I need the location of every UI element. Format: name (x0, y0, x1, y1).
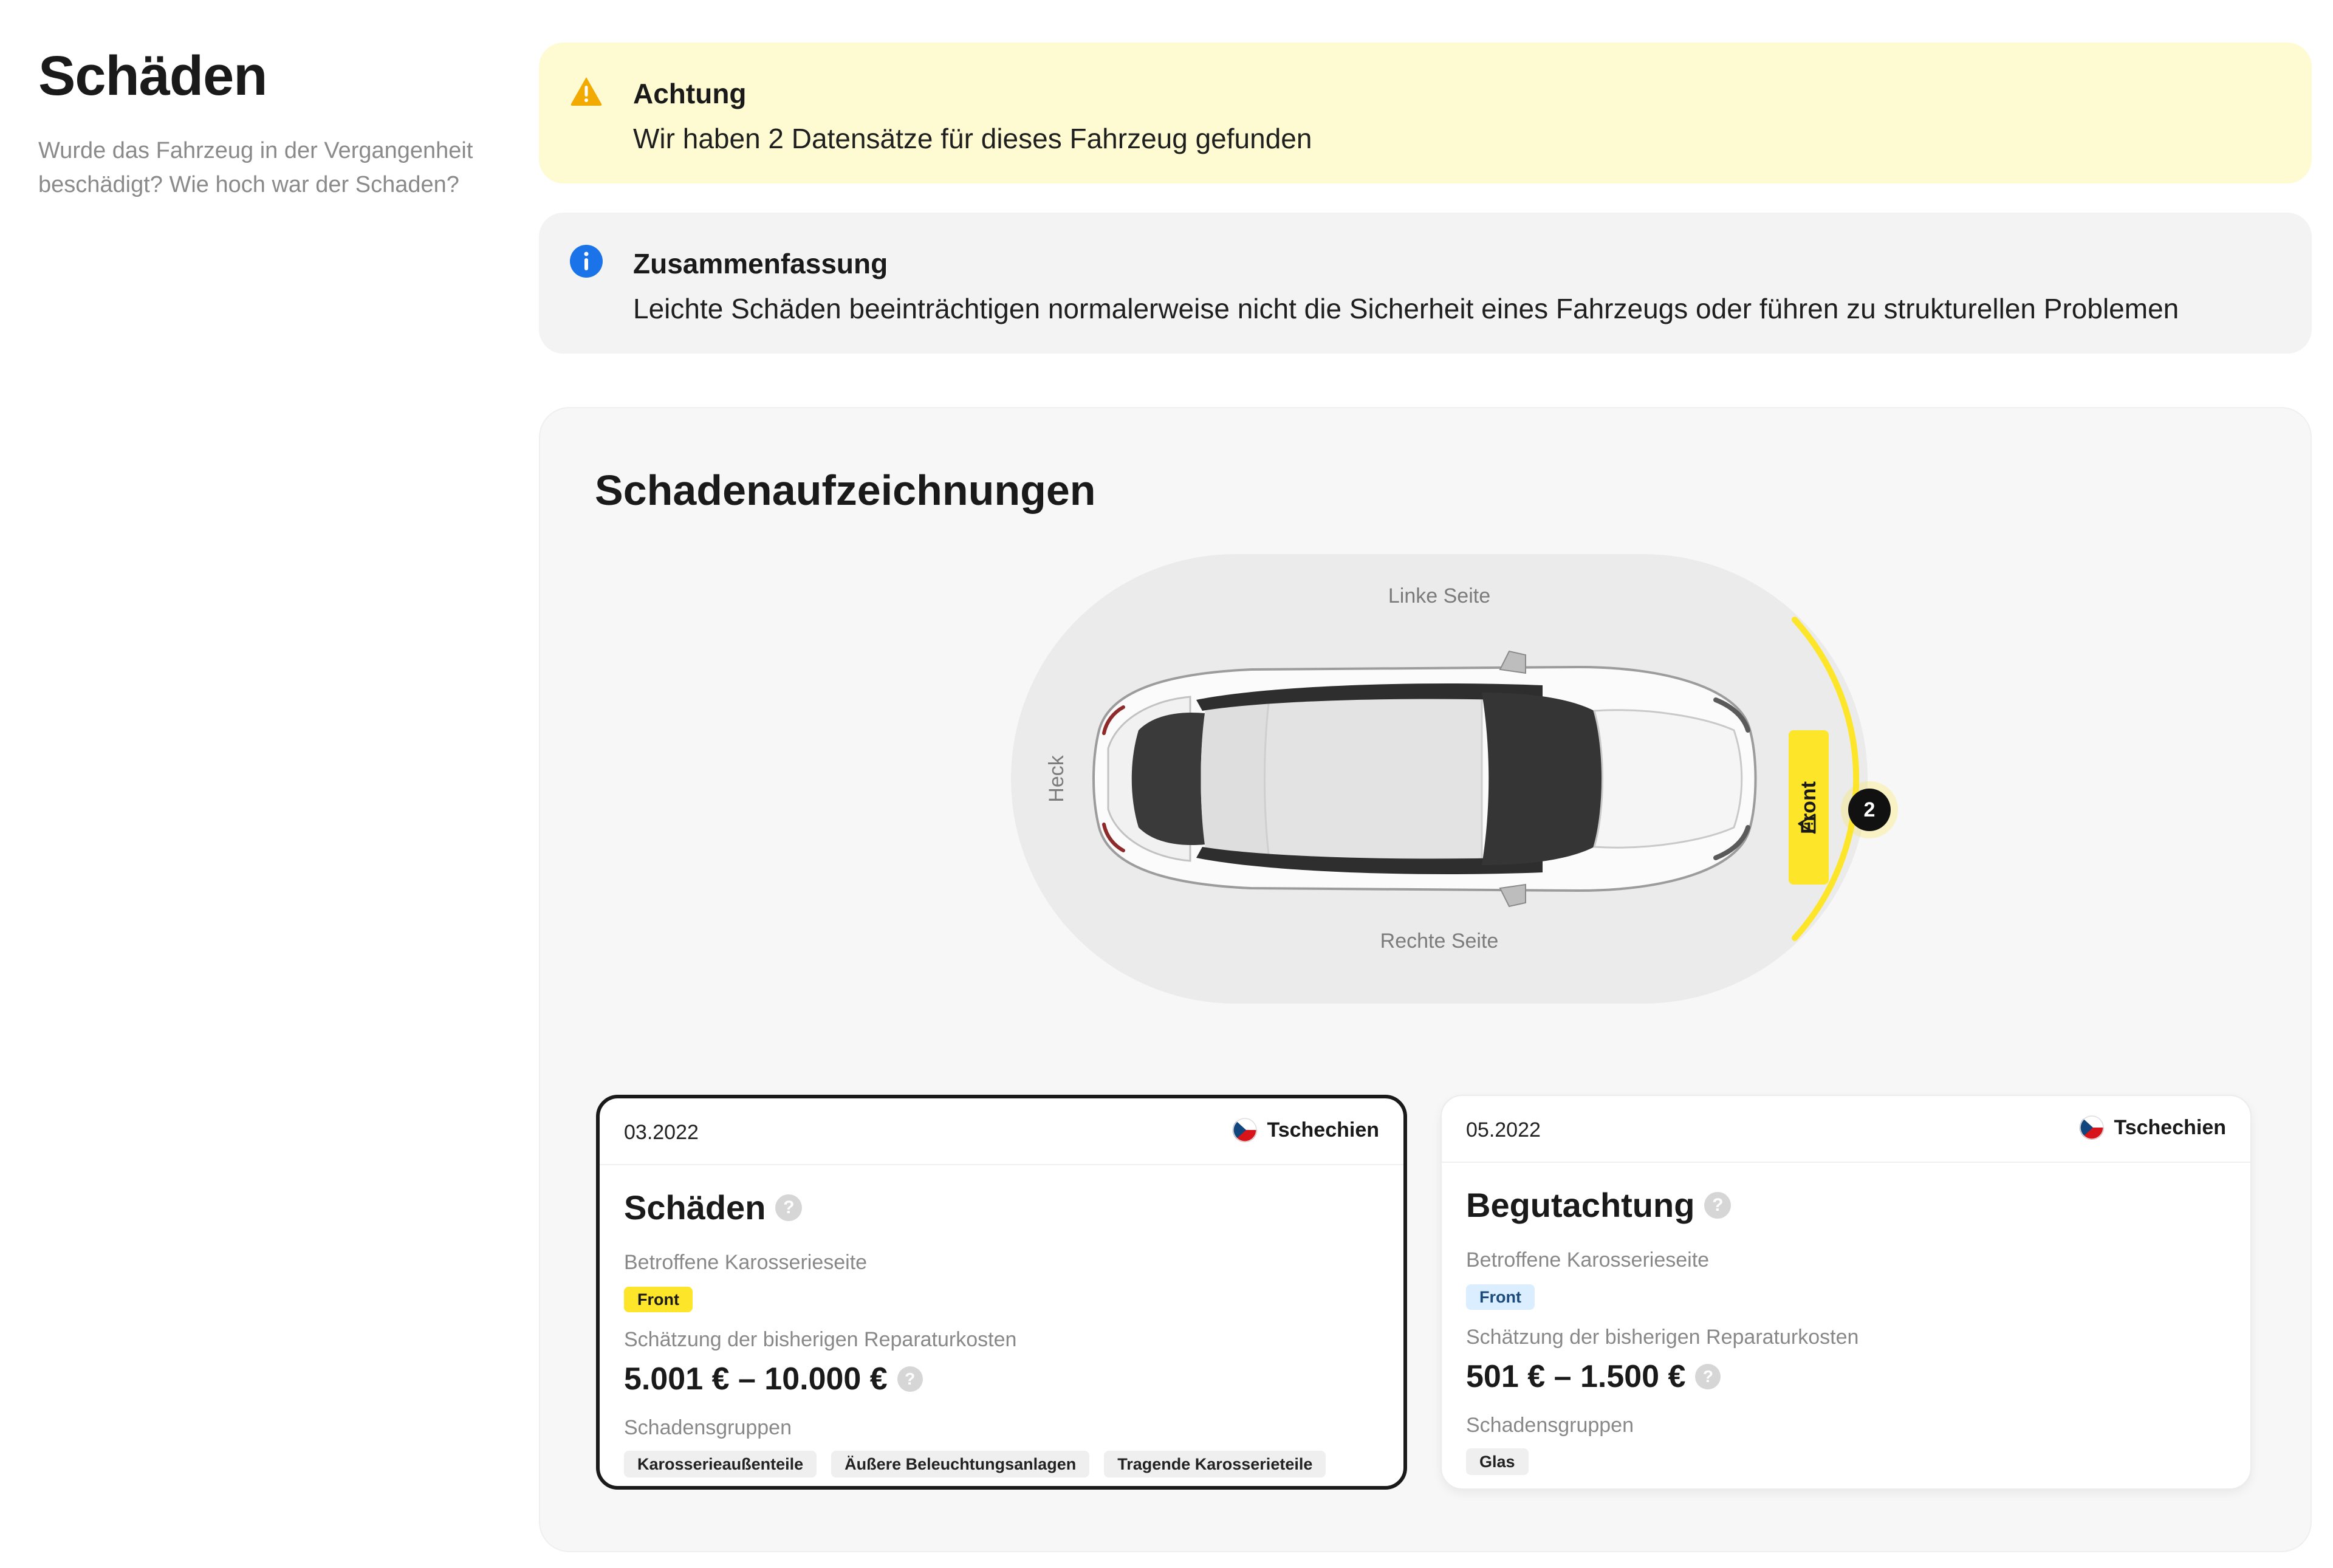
damage-groups: Karosserieaußenteile Äußere Beleuchtungs… (624, 1451, 1326, 1477)
warning-outline-icon (1798, 813, 1816, 834)
damage-groups: Glas (1466, 1448, 1529, 1475)
left-side-label: Linke Seite (1388, 584, 1491, 608)
record-type-title: Schäden (624, 1188, 766, 1227)
help-icon[interactable]: ? (775, 1194, 803, 1221)
record-title-row: Begutachtung ? (1466, 1184, 1732, 1227)
repair-cost-row: 5.001 € – 10.000 € ? (624, 1360, 923, 1399)
repair-cost-row: 501 € – 1.500 € ? (1466, 1357, 1721, 1396)
page-subtitle: Wurde das Fahrzeug in der Vergangenheit … (38, 138, 473, 197)
record-country-name: Tschechien (2114, 1116, 2226, 1139)
rear-label: Heck (1044, 755, 1068, 803)
help-icon[interactable]: ? (897, 1366, 923, 1392)
record-date: 05.2022 (1466, 1118, 1541, 1142)
record-country: Tschechien (2080, 1114, 2226, 1141)
damage-groups-label: Schadensgruppen (624, 1416, 792, 1439)
repair-cost-label: Schätzung der bisherigen Reparaturkosten (1466, 1326, 1859, 1349)
czech-flag-icon (1233, 1118, 1258, 1142)
damage-group-chip: Karosserieaußenteile (624, 1451, 817, 1477)
damage-group-chip: Äußere Beleuchtungsanlagen (831, 1451, 1090, 1477)
warning-icon (570, 77, 602, 106)
section-header: Schäden Wurde das Fahrzeug in der Vergan… (38, 43, 476, 202)
record-date: 03.2022 (624, 1121, 699, 1144)
affected-side-badge: Front (624, 1287, 693, 1312)
record-card-1[interactable]: 03.2022 Tschechien Schäden ? Betroffene … (596, 1095, 1407, 1490)
repair-cost-value: 5.001 € – 10.000 € (624, 1361, 888, 1397)
affected-side-label: Betroffene Karosserieseite (1466, 1248, 1710, 1272)
affected-side-badge: Front (1466, 1284, 1535, 1310)
info-alert: Zusammenfassung Leichte Schäden beeinträ… (539, 213, 2312, 354)
warning-text: Wir haben 2 Datensätze für dieses Fahrze… (633, 123, 1312, 154)
repair-cost-label: Schätzung der bisherigen Reparaturkosten (624, 1328, 1017, 1351)
front-record-count-badge[interactable]: 2 (1848, 789, 1891, 831)
right-side-label: Rechte Seite (1380, 930, 1499, 953)
record-country-name: Tschechien (1267, 1118, 1379, 1142)
damage-group-chip: Tragende Karosserieteile (1104, 1451, 1326, 1477)
record-card-2[interactable]: 05.2022 Tschechien Begutachtung ? Betrof… (1441, 1095, 2252, 1490)
page-title: Schäden (38, 45, 267, 107)
help-icon[interactable]: ? (1695, 1364, 1721, 1389)
damage-records-panel: Schadenaufzeichnungen Linke Seite Rechte… (539, 407, 2312, 1552)
warning-alert: Achtung Wir haben 2 Datensätze für diese… (539, 43, 2312, 183)
affected-side-label: Betroffene Karosserieseite (624, 1251, 868, 1274)
record-title-row: Schäden ? (624, 1186, 803, 1229)
damage-group-chip: Glas (1466, 1448, 1529, 1475)
record-type-title: Begutachtung (1466, 1186, 1695, 1224)
repair-cost-value: 501 € – 1.500 € (1466, 1359, 1686, 1394)
warning-title: Achtung (633, 78, 747, 109)
damage-groups-label: Schadensgruppen (1466, 1414, 1634, 1437)
help-icon[interactable]: ? (1704, 1192, 1732, 1219)
info-text: Leichte Schäden beeinträchtigen normaler… (633, 293, 2179, 324)
czech-flag-icon (2080, 1115, 2105, 1140)
records-title: Schadenaufzeichnungen (595, 467, 1096, 514)
car-damage-diagram: Linke Seite Rechte Seite Heck Front 2 (996, 548, 1891, 1010)
front-zone-tag[interactable]: Front (1789, 730, 1829, 885)
card-header: 05.2022 Tschechien (1442, 1096, 2250, 1163)
card-header: 03.2022 Tschechien (600, 1098, 1403, 1165)
info-icon (570, 245, 603, 278)
info-title: Zusammenfassung (633, 248, 888, 279)
car-top-view-icon (1092, 650, 1757, 908)
record-country: Tschechien (1233, 1117, 1379, 1143)
